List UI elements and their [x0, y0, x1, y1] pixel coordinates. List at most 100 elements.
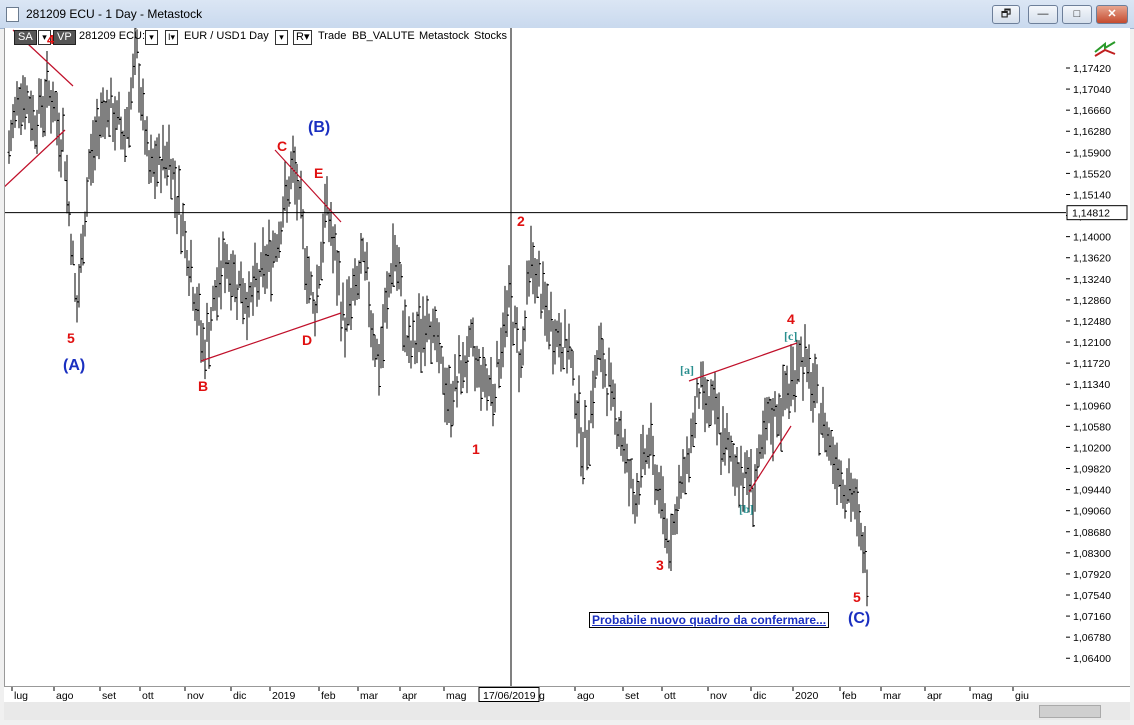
y-tick-label: 1,15900	[1073, 147, 1111, 159]
y-tick-label: 1,11340	[1073, 379, 1110, 391]
y-tick-label: 1,17040	[1073, 84, 1111, 96]
x-tick-label: mar	[360, 690, 379, 702]
wave-label[interactable]: C	[277, 138, 287, 154]
wave-label[interactable]: (C)	[848, 610, 870, 628]
minimize-button[interactable]: —	[1028, 5, 1058, 24]
crosshair-price-label: 1,14812	[1072, 208, 1110, 220]
wave-label[interactable]: 1	[472, 441, 480, 457]
x-tick-label: apr	[402, 690, 418, 702]
y-tick-label: 1,07540	[1073, 590, 1111, 602]
date-axis[interactable]: lug ago set ott nov dic 2019 feb mar apr mag g ago se…	[4, 686, 1130, 703]
x-tick-label: ago	[577, 690, 595, 702]
trend-line[interactable]	[688, 342, 798, 382]
x-tick-label: mag	[446, 690, 467, 702]
y-tick-label: 1,17420	[1073, 63, 1111, 75]
y-tick-label: 1,07160	[1073, 611, 1111, 623]
r-button[interactable]: R▾	[293, 30, 313, 45]
y-tick-label: 1,08680	[1073, 527, 1111, 539]
x-tick-label: ago	[56, 690, 74, 702]
x-tick-label: ott	[142, 690, 154, 702]
price-chart	[0, 25, 1067, 686]
x-tick-label: feb	[321, 690, 336, 702]
close-button[interactable]: ✕	[1096, 5, 1128, 24]
wave-label[interactable]: 4	[47, 32, 54, 47]
x-tick-label: ott	[664, 690, 676, 702]
annotation-note[interactable]: Probabile nuovo quadro da confermare...	[589, 612, 830, 628]
x-tick-label: nov	[187, 690, 205, 702]
y-tick-label: 1,14000	[1073, 232, 1111, 244]
y-tick-label: 1,13240	[1073, 274, 1111, 286]
x-tick-label: set	[102, 690, 116, 702]
document-icon	[6, 7, 19, 22]
x-tick-label: mar	[883, 690, 902, 702]
y-tick-label: 1,16280	[1073, 126, 1111, 138]
x-tick-label: apr	[927, 690, 943, 702]
x-tick-label: nov	[710, 690, 728, 702]
y-tick-label: 1,13620	[1073, 253, 1111, 265]
type-label: Stocks	[474, 30, 508, 42]
y-tick-label: 1,12100	[1073, 337, 1111, 349]
window-title: 281209 ECU - 1 Day - Metastock	[26, 7, 203, 21]
chart-toolbar: SA ▾ VP 281209 ECU: ▾ I▾ EUR / USD 1 Day…	[4, 28, 1066, 46]
security-dropdown-icon[interactable]: ▾	[145, 30, 158, 45]
x-tick-label: giu	[1015, 690, 1029, 702]
x-tick-label: 2019	[272, 690, 296, 702]
title-bar[interactable]: 281209 ECU - 1 Day - Metastock 🗗 — □ ✕	[0, 0, 1134, 29]
restore-icon[interactable]: 🗗	[992, 5, 1020, 24]
wave-label[interactable]: E	[314, 165, 323, 181]
sa-button[interactable]: SA	[14, 30, 37, 45]
vp-button[interactable]: VP	[53, 30, 76, 45]
wave-label[interactable]: 4	[787, 311, 795, 327]
price-bars	[7, 25, 869, 607]
wave-label[interactable]: (B)	[308, 119, 330, 137]
price-axis-ticks: 1,17420 1,17040 1,16660 1,16280 1,15900 1,155…	[1066, 63, 1128, 665]
y-tick-label: 1,10960	[1073, 400, 1111, 412]
y-tick-label: 1,09060	[1073, 506, 1111, 518]
x-tick-label: set	[625, 690, 639, 702]
wave-label[interactable]: 3	[656, 557, 664, 573]
price-chart-area[interactable]	[0, 25, 1067, 686]
y-tick-label: 1,06400	[1073, 653, 1111, 665]
y-tick-label: 1,06780	[1073, 632, 1111, 644]
y-tick-label: 1,12480	[1073, 316, 1111, 328]
x-tick-label: lug	[14, 690, 28, 702]
period-dropdown-icon[interactable]: ▾	[275, 30, 288, 45]
r-label: R	[296, 31, 304, 43]
y-tick-label: 1,15520	[1073, 168, 1111, 180]
trend-line[interactable]	[748, 425, 792, 493]
wave-label[interactable]: 5	[67, 330, 75, 346]
wave-label[interactable]: 2	[517, 213, 525, 229]
price-axis[interactable]: 1,17420 1,17040 1,16660 1,16280 1,15900 1,155…	[1066, 28, 1130, 686]
y-tick-label: 1,16660	[1073, 105, 1111, 117]
crosshair-date-label: 17/06/2019	[483, 690, 536, 702]
metastock-window: 281209 ECU - 1 Day - Metastock 🗗 — □ ✕ S…	[0, 0, 1134, 725]
wave-label[interactable]: 5	[853, 589, 861, 605]
wave-label[interactable]: [b]	[739, 502, 754, 517]
x-tick-label: dic	[753, 690, 766, 702]
y-tick-label: 1,10200	[1073, 442, 1111, 454]
wave-label[interactable]: D	[302, 332, 312, 348]
source-label: Metastock	[419, 30, 470, 42]
maximize-button[interactable]: □	[1062, 5, 1092, 24]
date-axis-ticks: lug ago set ott nov dic 2019 feb mar apr mag g ago se…	[11, 687, 1029, 702]
wave-label[interactable]: [c]	[784, 329, 797, 344]
wave-label[interactable]: (A)	[63, 357, 85, 375]
period-label: 1 Day	[240, 30, 269, 42]
y-tick-label: 1,11720	[1073, 358, 1110, 370]
x-tick-label: g	[539, 690, 545, 702]
horizontal-scrollbar[interactable]	[4, 702, 1130, 720]
x-tick-label: mag	[972, 690, 993, 702]
y-tick-label: 1,10580	[1073, 421, 1111, 433]
scrollbar-thumb[interactable]	[1039, 705, 1101, 718]
y-tick-label: 1,12860	[1073, 295, 1111, 307]
trend-line[interactable]	[200, 312, 342, 362]
wave-label[interactable]: [a]	[680, 363, 694, 378]
symbol-label: EUR / USD	[184, 30, 240, 42]
y-tick-label: 1,15140	[1073, 189, 1111, 201]
x-tick-label: dic	[233, 690, 246, 702]
x-tick-label: 2020	[795, 690, 819, 702]
trade-arrows-icon[interactable]	[1093, 38, 1119, 58]
symbol-dropdown-icon[interactable]: I▾	[165, 30, 178, 45]
wave-label[interactable]: B	[198, 378, 208, 394]
y-tick-label: 1,09440	[1073, 485, 1111, 497]
